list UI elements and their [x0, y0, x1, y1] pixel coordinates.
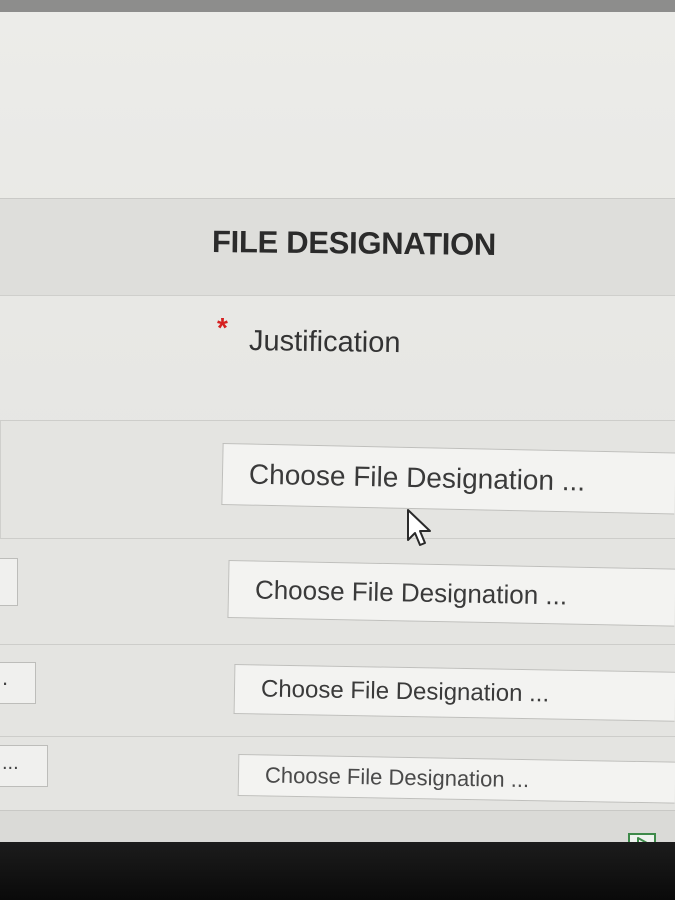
- required-indicator: *: [217, 312, 228, 343]
- footer-bar: [0, 810, 675, 845]
- monitor-bezel: [0, 842, 675, 900]
- row-3-left-field[interactable]: .: [0, 662, 36, 704]
- mouse-pointer-icon: [407, 509, 431, 546]
- choose-file-designation-button-3[interactable]: Choose File Designation ...: [233, 664, 675, 722]
- choose-file-designation-button-4[interactable]: Choose File Designation ...: [237, 754, 675, 804]
- row-4-left-field[interactable]: ...: [0, 745, 48, 787]
- choose-file-designation-button-1[interactable]: Choose File Designation ...: [221, 443, 675, 515]
- choose-file-designation-button-2[interactable]: Choose File Designation ...: [227, 560, 675, 627]
- section-title: FILE DESIGNATION: [211, 224, 497, 262]
- screen-top-edge: [0, 0, 675, 12]
- row-2-left-field[interactable]: [0, 558, 18, 606]
- justification-label: Justification: [248, 325, 401, 360]
